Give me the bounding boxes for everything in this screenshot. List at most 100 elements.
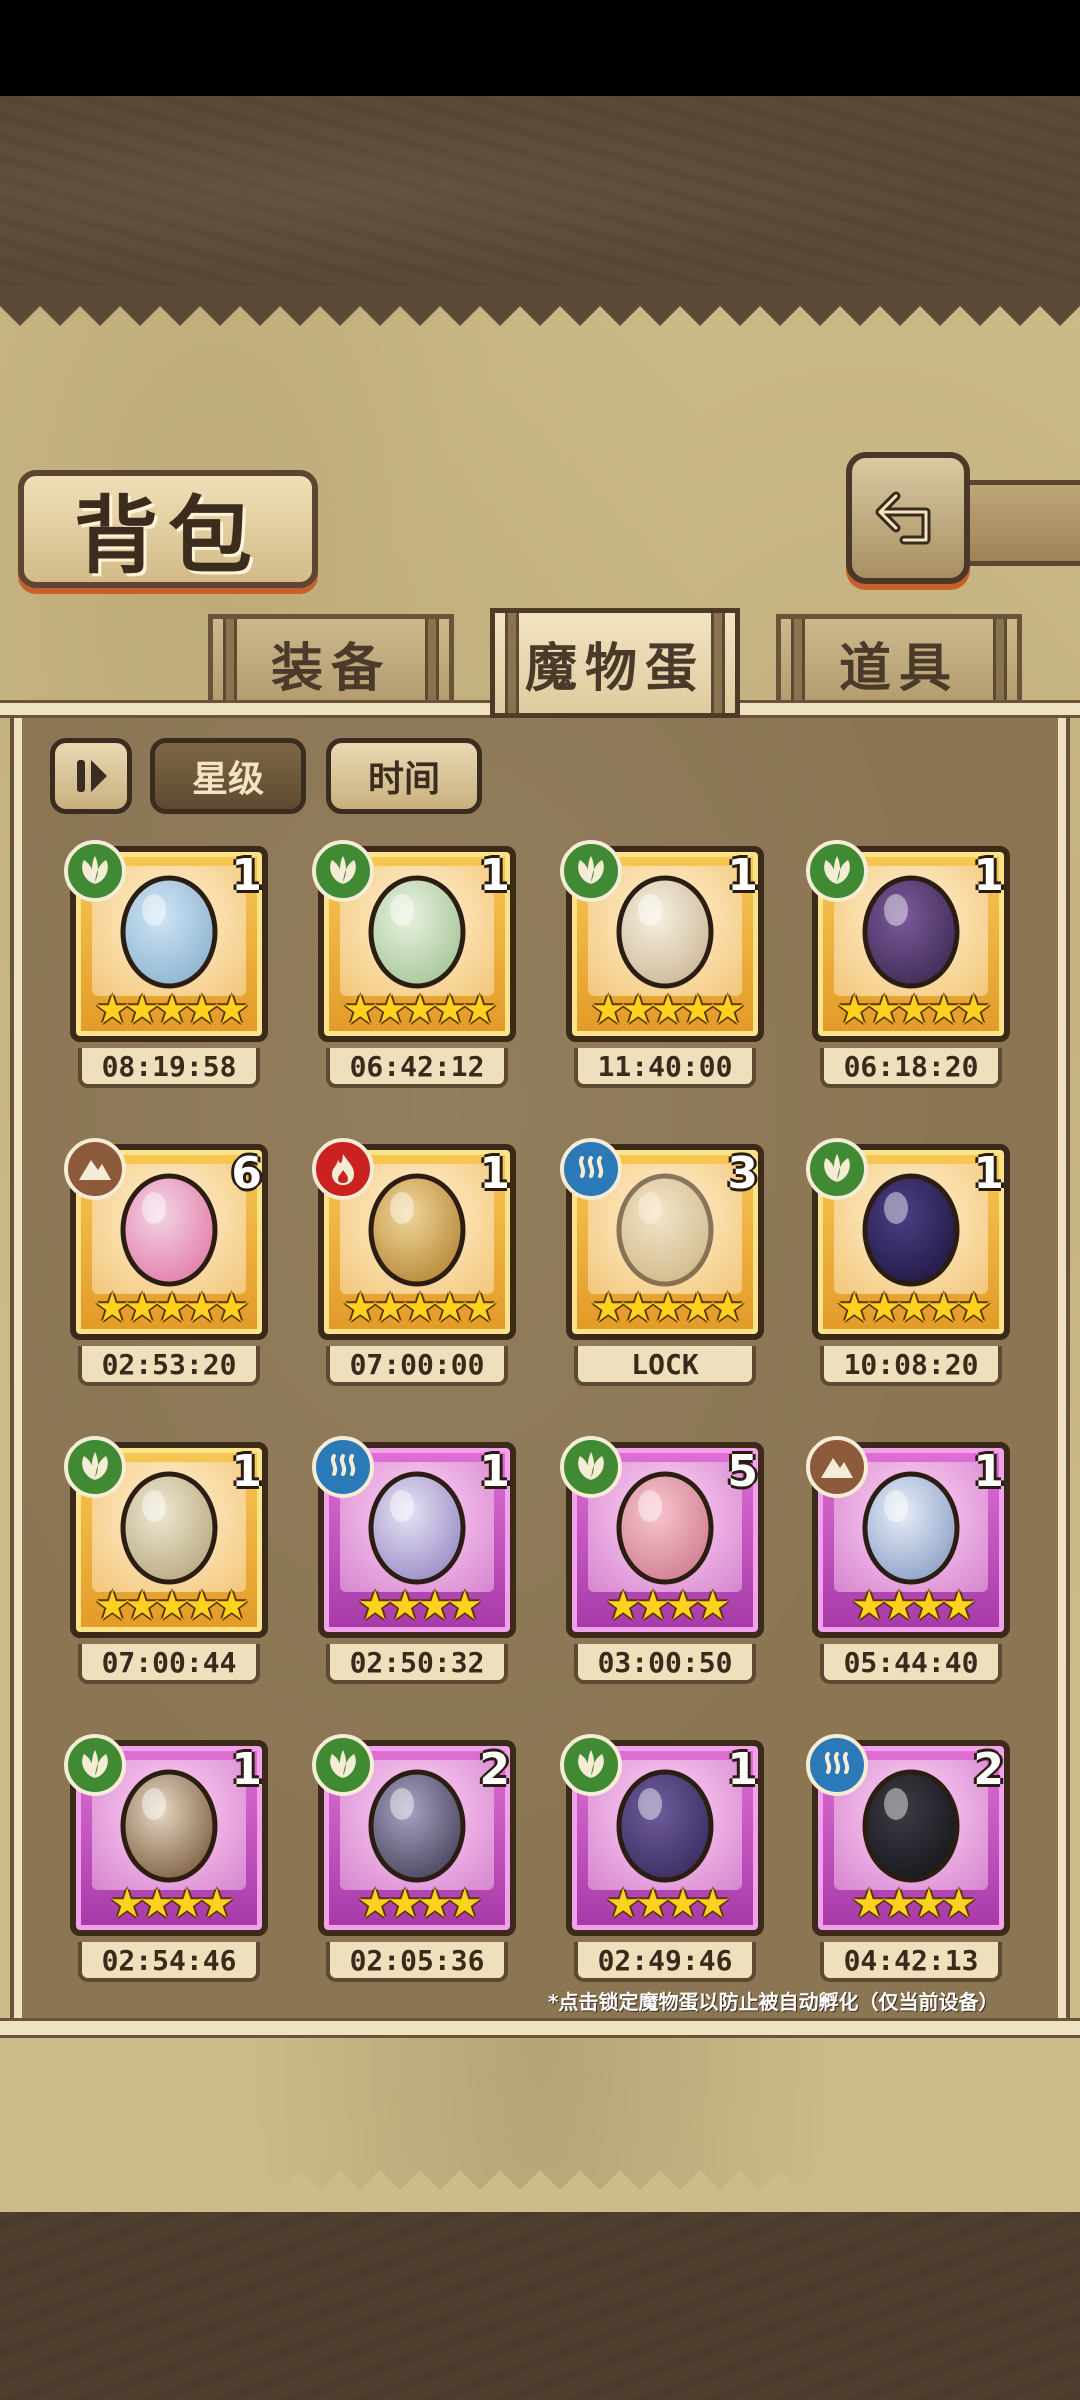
egg-star-rating: ★★★★★ — [94, 1285, 249, 1331]
egg-hatch-timer: 11:40:00 — [574, 1048, 756, 1088]
wave-icon — [806, 1734, 868, 1796]
egg-hatch-timer: 06:42:12 — [326, 1048, 508, 1088]
flame-icon — [312, 1138, 374, 1200]
sort-toggle-button[interactable] — [50, 738, 132, 814]
egg-count: 1 — [479, 850, 510, 901]
egg-slot[interactable]: 1 ★★★★★ 06:18:20 — [806, 840, 1016, 1090]
tab-pin — [711, 613, 725, 713]
back-button[interactable] — [846, 452, 970, 584]
egg-star-rating: ★★★★★ — [94, 987, 249, 1033]
egg-star-rating: ★★★★ — [357, 1583, 482, 1629]
egg-hatch-timer: 10:08:20 — [820, 1346, 1002, 1386]
zigzag-top-edge — [0, 286, 1080, 326]
sort-toggle-icon — [77, 760, 107, 792]
egg-slot[interactable]: 1 ★★★★★ 11:40:00 — [560, 840, 770, 1090]
egg-slot[interactable]: 1 ★★★★★ 07:00:00 — [312, 1138, 522, 1388]
egg-star-rating: ★★★★★ — [590, 1285, 745, 1331]
egg-hatch-timer: 08:19:58 — [78, 1048, 260, 1088]
mountain-icon — [806, 1436, 868, 1498]
egg-hatch-timer: 02:53:20 — [78, 1346, 260, 1386]
egg-hatch-timer: 07:00:00 — [326, 1346, 508, 1386]
egg-count: 1 — [727, 1744, 758, 1795]
status-bar — [0, 0, 1080, 96]
egg-hatch-timer: 05:44:40 — [820, 1644, 1002, 1684]
egg-slot[interactable]: 1 ★★★★ 02:50:32 — [312, 1436, 522, 1686]
egg-slot[interactable]: 3 ★★★★★ LOCK — [560, 1138, 770, 1388]
egg-count: 1 — [973, 1148, 1004, 1199]
egg-slot[interactable]: 6 ★★★★★ 02:53:20 — [64, 1138, 274, 1388]
egg-star-rating: ★★★★ — [605, 1881, 730, 1927]
egg-slot[interactable]: 5 ★★★★ 03:00:50 — [560, 1436, 770, 1686]
egg-slot[interactable]: 1 ★★★★ 02:49:46 — [560, 1734, 770, 1984]
tab-equipment[interactable]: 装备 — [208, 614, 454, 712]
egg-slot[interactable]: 2 ★★★★ 02:05:36 — [312, 1734, 522, 1984]
egg-star-rating: ★★★★ — [851, 1583, 976, 1629]
egg-hatch-timer: 03:00:50 — [574, 1644, 756, 1684]
return-arrow-icon — [875, 491, 931, 545]
egg-count: 5 — [727, 1446, 758, 1497]
leaf-icon — [560, 840, 622, 902]
egg-count: 1 — [479, 1148, 510, 1199]
tab-pin — [505, 613, 519, 713]
zigzag-bottom-edge — [0, 2170, 1080, 2212]
filter-time[interactable]: 时间 — [326, 738, 482, 814]
leaf-icon — [560, 1436, 622, 1498]
egg-count: 1 — [231, 1446, 262, 1497]
leaf-icon — [64, 840, 126, 902]
egg-count: 1 — [973, 1446, 1004, 1497]
egg-slot[interactable]: 1 ★★★★★ 06:42:12 — [312, 840, 522, 1090]
filter-time-label: 时间 — [367, 759, 440, 800]
top-map-band — [0, 96, 1080, 286]
egg-hatch-timer: 02:50:32 — [326, 1644, 508, 1684]
page-title: 背包 — [73, 485, 262, 585]
egg-slot[interactable]: 1 ★★★★★ 07:00:44 — [64, 1436, 274, 1686]
egg-count: 3 — [727, 1148, 758, 1199]
page-title-plate: 背包 — [18, 470, 318, 588]
mountain-icon — [64, 1138, 126, 1200]
leaf-icon — [312, 1734, 374, 1796]
egg-count: 1 — [231, 850, 262, 901]
tab-pin — [223, 619, 237, 707]
egg-hatch-timer: 02:05:36 — [326, 1942, 508, 1982]
egg-star-rating: ★★★★ — [357, 1881, 482, 1927]
egg-hatch-timer: 04:42:13 — [820, 1942, 1002, 1982]
leaf-icon — [64, 1734, 126, 1796]
leaf-icon — [64, 1436, 126, 1498]
egg-hatch-timer: 02:54:46 — [78, 1942, 260, 1982]
egg-slot[interactable]: 1 ★★★★★ 10:08:20 — [806, 1138, 1016, 1388]
egg-count: 2 — [479, 1744, 510, 1795]
tab-pin — [993, 619, 1007, 707]
leaf-icon — [560, 1734, 622, 1796]
tab-pin — [791, 619, 805, 707]
egg-star-rating: ★★★★★ — [836, 987, 991, 1033]
egg-count: 6 — [231, 1148, 262, 1199]
wave-icon — [312, 1436, 374, 1498]
panel-bottom-ribbon — [0, 2018, 1080, 2038]
bottom-map-band — [0, 2210, 1080, 2400]
egg-slot[interactable]: 1 ★★★★ 02:54:46 — [64, 1734, 274, 1984]
egg-star-rating: ★★★★★ — [342, 987, 497, 1033]
egg-star-rating: ★★★★★ — [342, 1285, 497, 1331]
egg-hatch-timer: 07:00:44 — [78, 1644, 260, 1684]
egg-star-rating: ★★★★★ — [836, 1285, 991, 1331]
egg-count: 1 — [231, 1744, 262, 1795]
tab-items[interactable]: 道具 — [776, 614, 1022, 712]
leaf-icon — [806, 840, 868, 902]
tab-monster-eggs[interactable]: 魔物蛋 — [490, 608, 740, 718]
egg-slot[interactable]: 2 ★★★★ 04:42:13 — [806, 1734, 1016, 1984]
lock-hint-footnote: *点击锁定魔物蛋以防止被自动孵化（仅当前设备） — [548, 1990, 999, 2014]
egg-star-rating: ★★★★★ — [94, 1583, 249, 1629]
egg-star-rating: ★★★★★ — [590, 987, 745, 1033]
egg-star-rating: ★★★★ — [605, 1583, 730, 1629]
tab-monster-eggs-label: 魔物蛋 — [524, 637, 705, 699]
leaf-icon — [806, 1138, 868, 1200]
egg-hatch-timer: 06:18:20 — [820, 1048, 1002, 1088]
egg-slot[interactable]: 1 ★★★★★ 08:19:58 — [64, 840, 274, 1090]
tab-pin — [425, 619, 439, 707]
tab-equipment-label: 装备 — [270, 637, 391, 699]
leaf-icon — [312, 840, 374, 902]
egg-slot[interactable]: 1 ★★★★ 05:44:40 — [806, 1436, 1016, 1686]
filter-star-rating[interactable]: 星级 — [150, 738, 306, 814]
wave-icon — [560, 1138, 622, 1200]
egg-star-rating: ★★★★ — [109, 1881, 234, 1927]
